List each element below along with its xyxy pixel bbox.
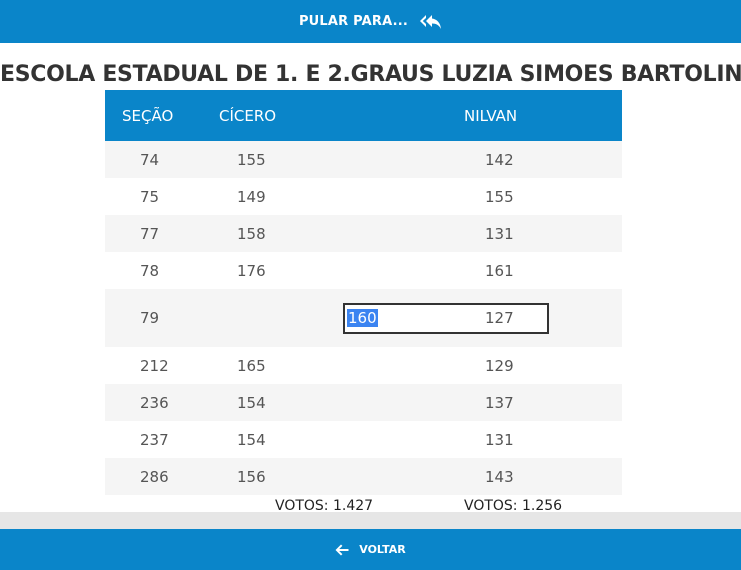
footer-divider: [0, 512, 741, 529]
table-row: 237 154 131: [105, 421, 622, 458]
nilvan-cell[interactable]: 131: [464, 215, 622, 252]
secao-cell: 77: [140, 224, 160, 243]
cicero-cell[interactable]: 154: [211, 421, 464, 458]
cicero-edit-cell: 160: [211, 289, 549, 347]
page-title: ESCOLA ESTADUAL DE 1. E 2.GRAUS LUZIA SI…: [0, 62, 741, 87]
nilvan-cell[interactable]: 155: [464, 178, 622, 215]
nilvan-cell[interactable]: 127: [464, 289, 622, 347]
header-cicero[interactable]: CÍCERO: [211, 90, 464, 141]
secao-cell: 237: [140, 430, 169, 449]
cicero-cell[interactable]: 155: [211, 141, 464, 178]
cicero-cell[interactable]: 154: [211, 384, 464, 421]
reply-all-icon: [420, 14, 442, 30]
nilvan-cell[interactable]: 137: [464, 384, 622, 421]
arrow-left-icon: [335, 544, 349, 556]
cicero-cell[interactable]: 165: [211, 347, 464, 384]
votes-table-container: SEÇÃO CÍCERO NILVAN 74 155 142 75 149 15…: [105, 90, 622, 514]
jump-to-label: PULAR PARA...: [298, 14, 409, 29]
votes-table: SEÇÃO CÍCERO NILVAN 74 155 142 75 149 15…: [105, 90, 622, 514]
cicero-cell[interactable]: 156: [211, 458, 464, 495]
cicero-cell[interactable]: 149: [211, 178, 464, 215]
back-label: VOLTAR: [359, 543, 406, 556]
table-row: 77 158 131: [105, 215, 622, 252]
selected-text: 160: [347, 309, 378, 327]
secao-cell: 286: [140, 467, 169, 486]
nilvan-cell[interactable]: 129: [464, 347, 622, 384]
nilvan-cell[interactable]: 142: [464, 141, 622, 178]
table-row-editing: 79 160 127: [105, 289, 622, 347]
header-secao[interactable]: SEÇÃO: [105, 90, 211, 141]
nilvan-cell[interactable]: 161: [464, 252, 622, 289]
table-row: 212 165 129: [105, 347, 622, 384]
nilvan-cell[interactable]: 143: [464, 458, 622, 495]
nilvan-cell[interactable]: 131: [464, 421, 622, 458]
back-button[interactable]: VOLTAR: [0, 529, 741, 570]
table-row: 78 176 161: [105, 252, 622, 289]
secao-cell: 236: [140, 393, 169, 412]
secao-cell: 75: [140, 187, 160, 206]
table-header-row: SEÇÃO CÍCERO NILVAN: [105, 90, 622, 141]
jump-to-button[interactable]: PULAR PARA...: [0, 0, 741, 43]
secao-cell: 78: [140, 261, 160, 280]
table-row: 236 154 137: [105, 384, 622, 421]
secao-cell: 74: [140, 150, 160, 169]
table-row: 286 156 143: [105, 458, 622, 495]
cicero-cell[interactable]: 158: [211, 215, 464, 252]
table-row: 74 155 142: [105, 141, 622, 178]
cicero-cell[interactable]: 176: [211, 252, 464, 289]
secao-cell: 79: [140, 309, 160, 327]
secao-cell: 212: [140, 356, 169, 375]
header-nilvan[interactable]: NILVAN: [464, 90, 622, 141]
table-row: 75 149 155: [105, 178, 622, 215]
